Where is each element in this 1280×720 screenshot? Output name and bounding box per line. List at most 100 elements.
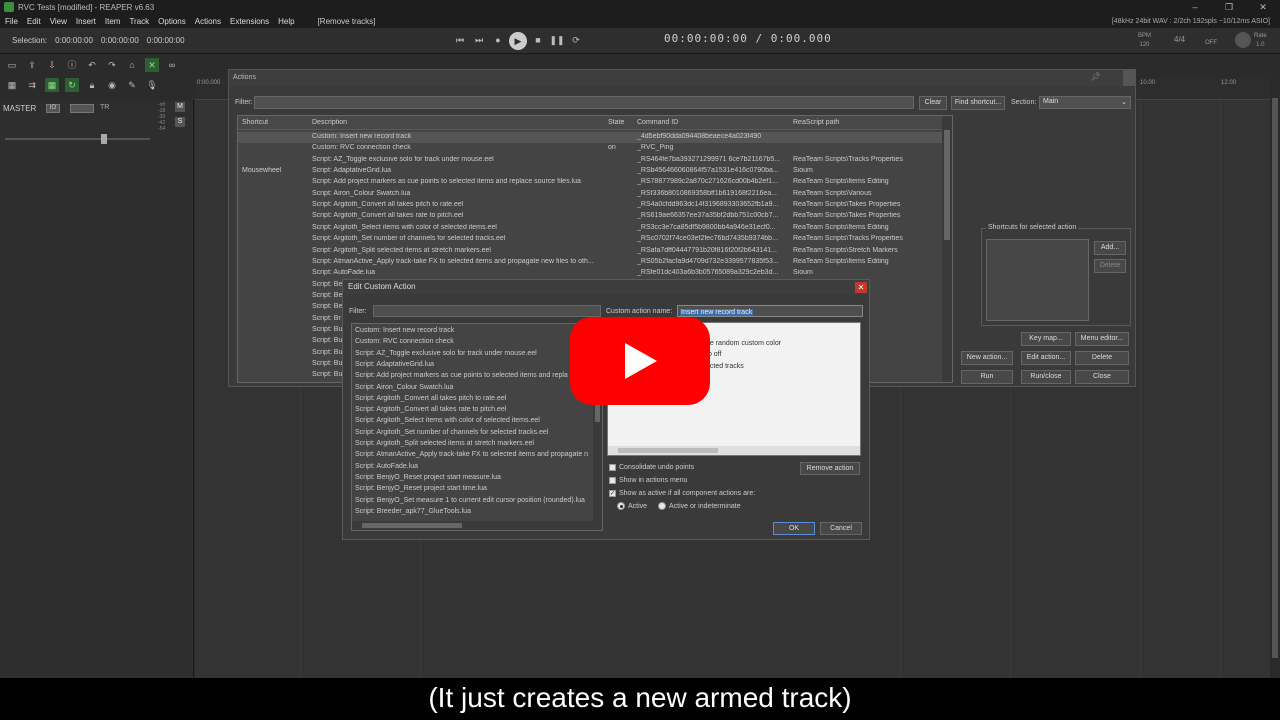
- active-or-indeterminate-radio[interactable]: Active or indeterminate: [658, 502, 741, 510]
- metronome-icon[interactable]: ⌂: [125, 58, 139, 72]
- consolidate-undo-checkbox[interactable]: Consolidate undo points: [609, 464, 694, 471]
- open-project-icon[interactable]: ⇪: [25, 58, 39, 72]
- rate-display[interactable]: Rate 1.0: [1254, 32, 1267, 50]
- snap-icon[interactable]: ✕: [145, 58, 159, 72]
- action-row[interactable]: Custom: RVC connection check on _RVC_Ping: [238, 143, 942, 154]
- action-row[interactable]: Script: Add project markers as cue point…: [238, 177, 942, 188]
- save-project-icon[interactable]: ⇩: [45, 58, 59, 72]
- key-map-button[interactable]: Key map...: [1021, 332, 1071, 346]
- master-io-button[interactable]: IO: [46, 104, 60, 113]
- run-close-button[interactable]: Run/close: [1021, 370, 1071, 384]
- master-mute-button[interactable]: M: [175, 102, 185, 112]
- maximize-button[interactable]: ❐: [1212, 0, 1246, 14]
- pencil-icon[interactable]: ✎: [125, 78, 139, 92]
- new-project-icon[interactable]: ▭: [5, 58, 19, 72]
- stop-icon[interactable]: ■: [530, 32, 546, 48]
- custom-action-name-input[interactable]: Insert new record track: [677, 305, 863, 317]
- action-row[interactable]: Script: AutoFade.lua _RSfe01dc403a6b3b057…: [238, 268, 942, 279]
- dialog-close-icon[interactable]: ✕: [855, 282, 867, 293]
- ripple-icon[interactable]: ∞: [165, 58, 179, 72]
- pin-icon[interactable]: 📌︎: [1091, 72, 1101, 81]
- find-shortcut-button[interactable]: Find shortcut...: [951, 96, 1005, 110]
- eca-list-item[interactable]: Script: AdaptativeGrid.lua: [355, 361, 434, 368]
- add-shortcut-button[interactable]: Add...: [1094, 241, 1126, 255]
- action-row[interactable]: Script: AtmanActive_Apply track-take FX …: [238, 257, 942, 268]
- youtube-play-button-icon[interactable]: [570, 317, 710, 405]
- selection-start[interactable]: 0:00:00:00: [55, 36, 93, 45]
- grid-icon[interactable]: ▦: [5, 78, 19, 92]
- action-row[interactable]: Custom: Insert new record track _4d5ebf90…: [238, 132, 942, 144]
- column-command-id[interactable]: Command ID: [637, 119, 678, 126]
- menu-editor-button[interactable]: Menu editor...: [1075, 332, 1129, 346]
- run-button[interactable]: Run: [961, 370, 1013, 384]
- action-row[interactable]: Script: Airon_Colour Swatch.lua _RSf336b8…: [238, 189, 942, 200]
- eca-list-item[interactable]: Custom: Insert new record track: [355, 327, 454, 334]
- master-fx-button[interactable]: [70, 104, 94, 113]
- component-action[interactable]: ected tracks: [706, 363, 744, 370]
- go-to-start-icon[interactable]: ⏮: [452, 32, 468, 48]
- audio-status[interactable]: [48kHz 24bit WAV : 2/2ch 192spls ~10/12m…: [1112, 18, 1270, 25]
- redo-icon[interactable]: ↷: [105, 58, 119, 72]
- column-description[interactable]: Description: [312, 119, 347, 126]
- pause-icon[interactable]: ❚❚: [549, 32, 565, 48]
- selection-end[interactable]: 0:00:00:00: [101, 36, 139, 45]
- off-label[interactable]: OFF: [1205, 40, 1217, 46]
- menu-help[interactable]: Help: [275, 17, 300, 26]
- column-state[interactable]: State: [608, 119, 624, 126]
- master-fader-handle[interactable]: [101, 134, 107, 144]
- delete-shortcut-button[interactable]: Delete: [1094, 259, 1126, 273]
- eca-list-item[interactable]: Script: AutoFade.lua: [355, 463, 418, 470]
- show-in-menu-checkbox[interactable]: Show in actions menu: [609, 477, 687, 484]
- component-action[interactable]: ne random custom color: [706, 340, 781, 347]
- eca-filter-input[interactable]: [373, 305, 601, 317]
- menu-options[interactable]: Options: [155, 17, 192, 26]
- microphone-icon[interactable]: 🎙︎: [145, 78, 159, 92]
- radio-button[interactable]: [658, 502, 666, 510]
- record-icon[interactable]: ●: [490, 32, 506, 48]
- master-route-button[interactable]: TR: [100, 104, 109, 111]
- undo-icon[interactable]: ↶: [85, 58, 99, 72]
- action-row[interactable]: Script: Argitoth_Set number of channels …: [238, 234, 942, 245]
- arrange-vertical-scrollbar[interactable]: [1270, 78, 1280, 678]
- action-row[interactable]: Script: Argitoth_Split selected items at…: [238, 246, 942, 257]
- action-row[interactable]: Script: AZ_Toggle exclusive solo for tra…: [238, 155, 942, 166]
- time-display[interactable]: 00:00:00:00 / 0:00.000: [664, 32, 832, 45]
- checkmark-icon[interactable]: ✓: [609, 490, 616, 497]
- eca-list-item[interactable]: Script: Argitoth_Set number of channels …: [355, 429, 548, 436]
- shortcuts-list[interactable]: [986, 239, 1089, 321]
- eca-list-item[interactable]: Script: Argitoth_Split selected items at…: [355, 440, 534, 447]
- action-row[interactable]: Script: Argitoth_Select items with color…: [238, 223, 942, 234]
- ok-button[interactable]: OK: [773, 522, 815, 535]
- checkbox-box[interactable]: [609, 464, 616, 471]
- eca-list-item[interactable]: Script: Argitoth_Convert all takes rate …: [355, 406, 506, 413]
- eca-list-item[interactable]: Script: Argitoth_Convert all takes pitch…: [355, 395, 506, 402]
- new-action-button[interactable]: New action...: [961, 351, 1013, 365]
- bpm-display[interactable]: BPM 120: [1138, 32, 1151, 50]
- column-shortcut[interactable]: Shortcut: [242, 119, 268, 126]
- eca-list-item[interactable]: Script: Add project markers as cue point…: [355, 372, 568, 379]
- eca-list-item[interactable]: Script: BenjyO_Reset project start measu…: [355, 474, 501, 481]
- menu-file[interactable]: File: [2, 17, 24, 26]
- loop-icon[interactable]: ↻: [65, 78, 79, 92]
- go-to-end-icon[interactable]: ⏭: [471, 32, 487, 48]
- master-solo-button[interactable]: S: [175, 117, 185, 127]
- eca-list-item[interactable]: Script: BenjyO_Set measure 1 to current …: [355, 497, 585, 504]
- action-row[interactable]: Mousewheel Script: AdaptativeGrid.lua _RSb…: [238, 166, 942, 177]
- time-signature-icon[interactable]: 4/4: [1174, 35, 1185, 44]
- menu-view[interactable]: View: [47, 17, 73, 26]
- radio-button[interactable]: [617, 502, 625, 510]
- actions-list-scrollbar[interactable]: [942, 116, 952, 382]
- scroll-thumb[interactable]: [944, 130, 950, 240]
- minimize-button[interactable]: –: [1178, 0, 1212, 14]
- selection-length[interactable]: 0:00:00:00: [147, 36, 185, 45]
- eca-list-item[interactable]: Script: Argitoth_Select items with color…: [355, 417, 540, 424]
- eca-list-item[interactable]: Script: Airon_Colour Swatch.lua: [355, 384, 453, 391]
- action-row[interactable]: Script: Argitoth_Convert all takes rate …: [238, 211, 942, 222]
- close-button[interactable]: Close: [1075, 370, 1129, 384]
- menu-actions[interactable]: Actions: [192, 17, 227, 26]
- section-select[interactable]: Main ⌄: [1039, 96, 1131, 109]
- eca-list-horizontal-scrollbar[interactable]: [352, 521, 602, 530]
- lock-icon[interactable]: 🔒︎: [85, 78, 99, 92]
- item-lock-icon[interactable]: ⇉: [25, 78, 39, 92]
- ucs-icon[interactable]: ◉: [105, 78, 119, 92]
